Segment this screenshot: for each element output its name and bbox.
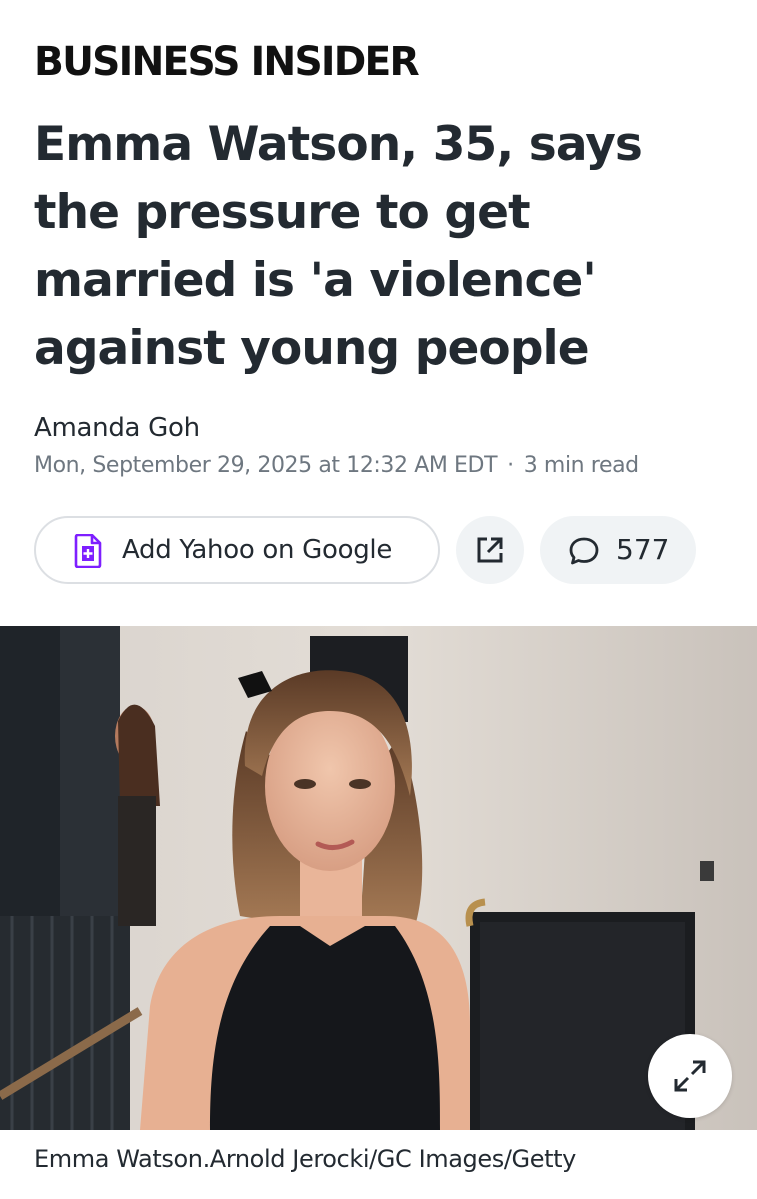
read-time: 3 min read xyxy=(523,453,639,478)
photo-image xyxy=(0,626,757,1130)
article-meta: Mon, September 29, 2025 at 12:32 AM EDT ·… xyxy=(34,451,639,481)
expand-image-button[interactable] xyxy=(648,1034,732,1118)
publisher-logo[interactable]: BUSINESS INSIDER xyxy=(34,40,420,84)
add-yahoo-on-google-button[interactable]: Add Yahoo on Google xyxy=(34,516,440,584)
photo-caption: Emma Watson.Arnold Jerocki/GC Images/Get… xyxy=(34,1145,576,1173)
comments-button[interactable]: 577 xyxy=(540,516,696,584)
add-yahoo-label: Add Yahoo on Google xyxy=(122,535,393,565)
doc-plus-icon xyxy=(74,534,102,568)
article-photo[interactable] xyxy=(0,626,757,1130)
article-headline: Emma Watson, 35, says the pressure to ge… xyxy=(34,117,643,376)
speech-bubble-icon xyxy=(569,537,599,565)
publish-date: Mon, September 29, 2025 at 12:32 AM EDT xyxy=(34,453,498,478)
meta-separator: · xyxy=(507,453,514,478)
author-name[interactable]: Amanda Goh xyxy=(34,411,200,445)
expand-arrows-icon xyxy=(674,1060,706,1092)
external-link-icon xyxy=(477,537,503,563)
share-button[interactable] xyxy=(456,516,524,584)
comments-count: 577 xyxy=(616,533,670,566)
